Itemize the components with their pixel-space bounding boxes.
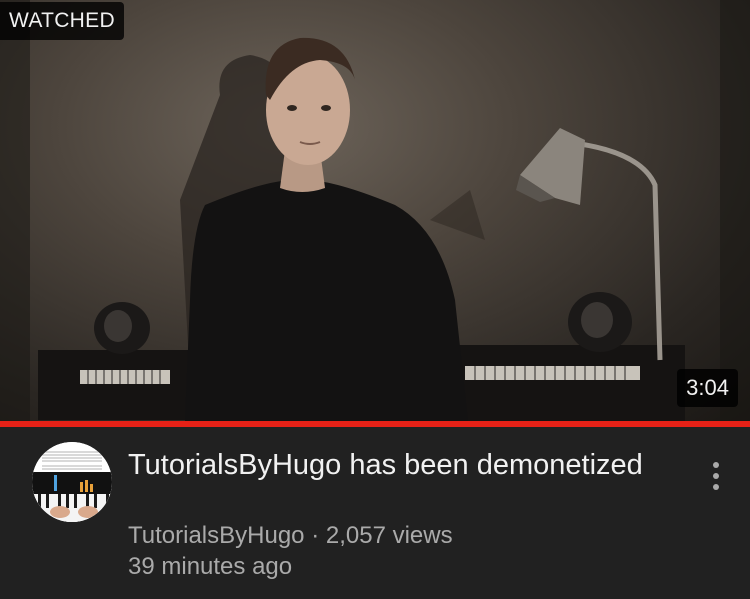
more-options-button[interactable] [700, 456, 732, 496]
channel-avatar[interactable] [32, 442, 112, 522]
more-vert-icon-dot [713, 484, 719, 490]
upload-age: 39 minutes ago [128, 553, 293, 580]
view-count: 2,057 views [325, 522, 453, 549]
channel-and-views: TutorialsByHugo · 2,057 views [128, 520, 453, 551]
channel-name[interactable]: TutorialsByHugo [128, 522, 305, 549]
more-vert-icon-dot [713, 473, 719, 479]
channel-avatar-image [32, 442, 112, 522]
video-metadata: TutorialsByHugo · 2,057 views 39 minutes… [128, 520, 453, 582]
video-title[interactable]: TutorialsByHugo has been demonetized [128, 446, 688, 484]
meta-separator: · [311, 522, 320, 549]
more-vert-icon [713, 462, 719, 468]
video-thumbnail[interactable]: WATCHED 3:04 [0, 0, 750, 421]
duration-badge: 3:04 [677, 369, 738, 407]
watched-label: WATCHED [9, 9, 115, 32]
desk-right [455, 345, 685, 421]
duration-label: 3:04 [686, 375, 729, 400]
person-body [185, 179, 468, 421]
thumbnail-image [0, 0, 750, 421]
desk-left [38, 350, 198, 420]
watch-progress-fill [0, 421, 750, 427]
watched-badge: WATCHED [0, 2, 124, 40]
watch-progress-bar [0, 421, 750, 427]
